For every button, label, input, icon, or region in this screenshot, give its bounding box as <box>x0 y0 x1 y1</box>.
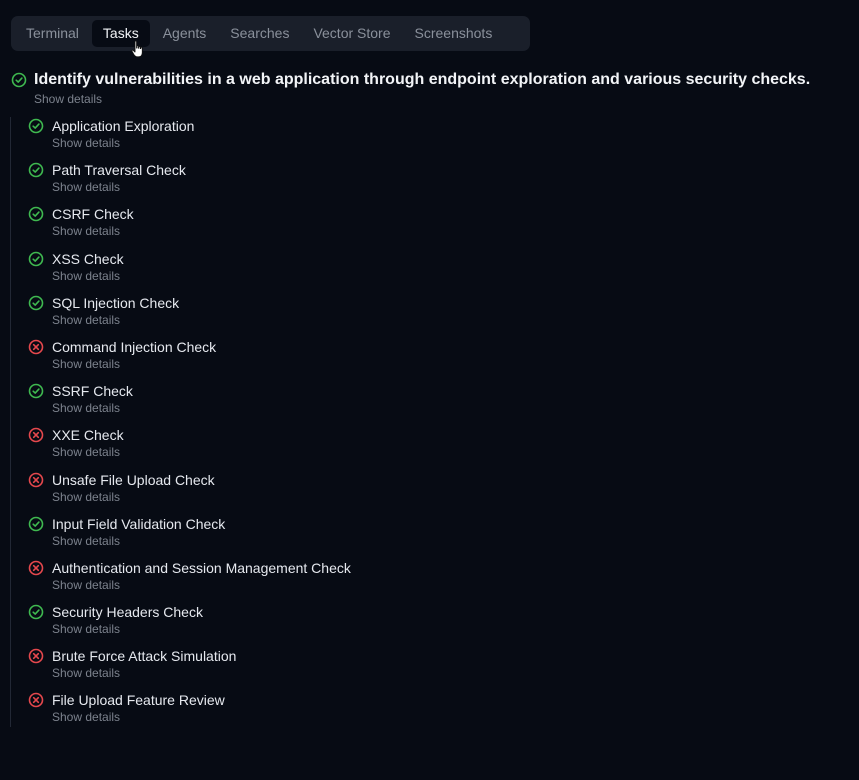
subtask-show-details-link[interactable]: Show details <box>52 578 628 592</box>
main-task: Identify vulnerabilities in a web applic… <box>11 70 851 106</box>
subtask-item: Path Traversal Check Show details <box>28 161 628 205</box>
subtask-item: Command Injection Check Show details <box>28 338 628 382</box>
subtask-row: Brute Force Attack Simulation <box>28 647 628 665</box>
subtask-item: Brute Force Attack Simulation Show detail… <box>28 647 628 691</box>
subtask-item: Input Field Validation Check Show details <box>28 515 628 559</box>
check-circle-icon <box>28 516 44 531</box>
tab-agents[interactable]: Agents <box>152 20 218 47</box>
subtask-title: Application Exploration <box>52 118 195 134</box>
subtask-title: SSRF Check <box>52 383 133 400</box>
subtask-title: CSRF Check <box>52 206 134 223</box>
subtask-title: Authentication and Session Management Ch… <box>52 559 351 576</box>
subtask-show-details-link[interactable]: Show details <box>52 313 628 327</box>
subtask-show-details-link[interactable]: Show details <box>52 445 628 459</box>
subtask-item: CSRF Check Show details <box>28 205 628 249</box>
x-circle-icon <box>28 648 44 664</box>
subtask-list: Application Exploration Show details Path … <box>10 117 628 727</box>
subtask-show-details-link[interactable]: Show details <box>52 357 628 371</box>
subtask-show-details-link[interactable]: Show details <box>52 534 628 548</box>
main-task-show-details-link[interactable]: Show details <box>34 92 851 106</box>
subtask-item: Unsafe File Upload Check Show details <box>28 471 628 515</box>
subtask-title: Path Traversal Check <box>52 162 186 179</box>
hand-pointer-cursor-icon <box>131 40 143 58</box>
subtask-row: XXE Check <box>28 426 628 444</box>
subtask-show-details-link[interactable]: Show details <box>52 224 628 238</box>
subtask-title: XSS Check <box>52 250 124 267</box>
subtask-row: Authentication and Session Management Ch… <box>28 559 628 577</box>
main-task-title: Identify vulnerabilities in a web applic… <box>34 71 811 88</box>
check-circle-icon <box>28 207 44 222</box>
subtask-item: SQL Injection Check Show details <box>28 294 628 338</box>
subtask-title: Security Headers Check <box>52 604 203 621</box>
x-circle-icon <box>28 472 44 487</box>
subtask-item: Application Exploration Show details <box>28 117 628 161</box>
subtask-show-details-link[interactable]: Show details <box>52 666 628 680</box>
subtask-row: Command Injection Check <box>28 338 628 356</box>
subtask-row: File Upload Feature Review <box>28 691 628 709</box>
tab-terminal[interactable]: Terminal <box>15 20 90 47</box>
check-circle-icon <box>28 118 44 134</box>
check-circle-icon <box>28 604 44 620</box>
subtask-row: SQL Injection Check <box>28 294 628 312</box>
subtask-title: Unsafe File Upload Check <box>52 471 215 488</box>
tab-vector-store[interactable]: Vector Store <box>302 20 401 47</box>
x-circle-icon <box>28 693 44 708</box>
check-circle-icon <box>28 251 44 266</box>
check-circle-icon <box>28 383 44 399</box>
subtask-row: Security Headers Check <box>28 603 628 621</box>
subtask-item: SSRF Check Show details <box>28 382 628 426</box>
subtask-item: Security Headers Check Show details <box>28 603 628 647</box>
subtask-title: Input Field Validation Check <box>52 515 226 532</box>
subtask-item: XXE Check Show details <box>28 426 628 470</box>
subtask-row: Input Field Validation Check <box>28 515 628 533</box>
x-circle-icon <box>28 428 44 443</box>
subtask-show-details-link[interactable]: Show details <box>52 490 628 504</box>
subtask-row: Path Traversal Check <box>28 161 628 179</box>
subtask-title: Brute Force Attack Simulation <box>52 648 237 665</box>
subtask-row: Application Exploration <box>28 117 628 135</box>
tab-bar: Terminal Tasks Agents Searches Vector St… <box>11 16 530 51</box>
check-circle-icon <box>11 72 27 88</box>
subtask-row: Unsafe File Upload Check <box>28 471 628 489</box>
subtask-item: File Upload Feature Review Show details <box>28 691 628 735</box>
x-circle-icon <box>28 560 44 576</box>
subtask-row: CSRF Check <box>28 205 628 223</box>
tab-screenshots[interactable]: Screenshots <box>404 20 504 47</box>
check-circle-icon <box>28 162 44 178</box>
subtask-show-details-link[interactable]: Show details <box>52 401 628 415</box>
tab-searches[interactable]: Searches <box>219 20 300 47</box>
subtask-title: XXE Check <box>52 427 124 444</box>
subtask-item: XSS Check Show details <box>28 250 628 294</box>
subtask-show-details-link[interactable]: Show details <box>52 180 628 194</box>
subtask-show-details-link[interactable]: Show details <box>52 269 628 283</box>
subtask-show-details-link[interactable]: Show details <box>52 622 628 636</box>
x-circle-icon <box>28 339 44 355</box>
subtask-title: SQL Injection Check <box>52 294 180 311</box>
subtask-title: Command Injection Check <box>52 338 217 355</box>
subtask-show-details-link[interactable]: Show details <box>52 710 628 724</box>
subtask-show-details-link[interactable]: Show details <box>52 136 628 150</box>
check-circle-icon <box>28 295 44 311</box>
subtask-item: Authentication and Session Management Ch… <box>28 559 628 603</box>
subtask-title: File Upload Feature Review <box>52 692 225 709</box>
subtask-row: XSS Check <box>28 250 628 268</box>
subtask-row: SSRF Check <box>28 382 628 400</box>
